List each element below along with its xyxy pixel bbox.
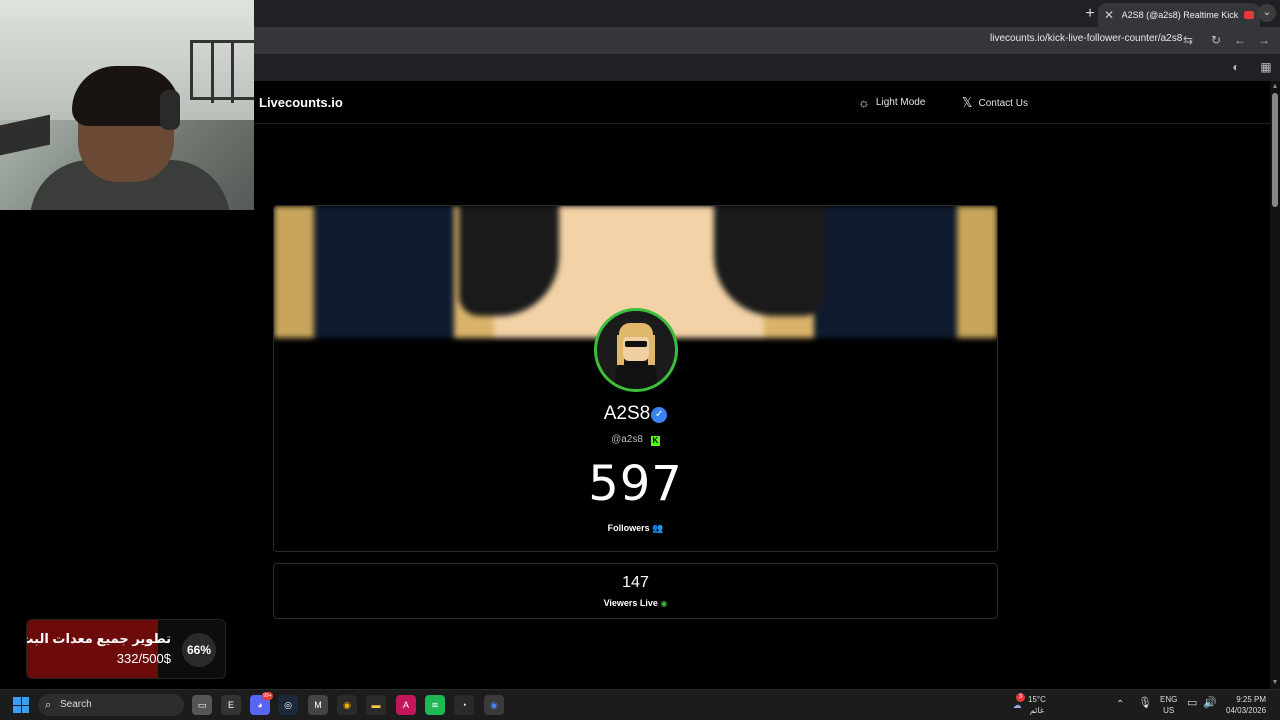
clock-time: 9:25 PM: [1236, 695, 1267, 704]
steam-icon[interactable]: ◎: [278, 695, 298, 715]
donation-goal-percent: 66%: [182, 633, 216, 667]
volume-icon[interactable]: 🔊: [1203, 698, 1217, 709]
avatar: [594, 308, 678, 392]
avatar-face: [623, 335, 649, 361]
webcam-chair: [0, 114, 50, 156]
screen: + ✕ A2S8 (@a2s8) Realtime Kick Live Foll…: [0, 0, 1280, 720]
weather-widget[interactable]: 15°C غائم: [1028, 694, 1046, 716]
eye-icon: ◉: [660, 599, 668, 608]
scroll-up-icon[interactable]: ▲: [1271, 83, 1279, 91]
light-mode-label: Light Mode: [875, 97, 926, 108]
globe-icon[interactable]: ◐: [1228, 59, 1244, 75]
x-logo-icon: 𝕏: [962, 95, 973, 110]
channel-name-row: A2S8 ✓: [274, 403, 997, 425]
channel-name: A2S8: [603, 403, 651, 424]
avatar-sunglasses: [625, 341, 647, 347]
forward-arrow-icon[interactable]: →: [1256, 32, 1272, 48]
close-tab-icon[interactable]: ✕: [1104, 8, 1118, 22]
contact-us-label: Contact Us: [978, 97, 1028, 109]
viewers-card: 147 Viewers Live ◉: [273, 563, 998, 619]
sun-icon: ☼: [858, 95, 870, 110]
language-indicator[interactable]: ENG US: [1160, 694, 1177, 716]
windows-taskbar: ⌕ Search ▭ E ◕ 99+ ◎ M ◉ ▬ A ≋ ◔ ◉ ☁ 3 1…: [0, 689, 1280, 720]
donation-goal-amount: 332/500$: [116, 651, 171, 666]
obs-icon[interactable]: ◔: [454, 695, 474, 715]
app-a-icon[interactable]: A: [396, 695, 416, 715]
page-content: Livecounts.io ☼ Light Mode 𝕏 Contact Us: [254, 81, 1270, 689]
webcam-headset: [160, 90, 180, 130]
weather-alert-badge: 3: [1016, 693, 1025, 702]
app-icon[interactable]: M: [308, 695, 328, 715]
contact-us-link[interactable]: 𝕏 Contact Us: [962, 95, 1028, 111]
light-mode-toggle[interactable]: ☼ Light Mode: [858, 95, 925, 110]
browser-secondary-bar: ◐ ▦: [254, 54, 1280, 81]
back-arrow-icon[interactable]: ←: [1232, 32, 1248, 48]
microphone-icon[interactable]: 🎙: [1138, 698, 1152, 709]
site-logo[interactable]: Livecounts.io: [259, 95, 343, 110]
banner-edge-right: [957, 206, 997, 342]
language-code: ENG: [1160, 695, 1178, 704]
clock-date: 04/03/2026: [1226, 706, 1267, 715]
reload-icon[interactable]: ↻: [1208, 32, 1224, 48]
scrollbar-thumb[interactable]: [1272, 93, 1278, 207]
webcam-overlay: [0, 0, 254, 210]
followers-label: Followers: [607, 523, 650, 533]
address-bar-url[interactable]: livecounts.io/kick-live-follower-counter…: [990, 33, 1182, 44]
channel-handle: @a2s8: [611, 434, 643, 445]
avatar-body: [615, 361, 657, 389]
file-explorer-icon[interactable]: ▬: [366, 695, 386, 715]
weather-temp: 15°C: [1028, 695, 1046, 704]
webcam-window-bars: [190, 40, 254, 103]
browser-tab-active[interactable]: ✕ A2S8 (@a2s8) Realtime Kick Live Follow…: [1098, 3, 1260, 27]
followers-label-row: Followers 👥: [274, 523, 997, 534]
donation-goal-title: تطوير جميع معدات البث: [26, 631, 171, 646]
donation-progress-fill: [27, 620, 158, 678]
apps-grid-icon[interactable]: ▦: [1258, 59, 1274, 75]
follower-count: 597: [588, 456, 683, 512]
recording-indicator-icon: [1244, 11, 1254, 19]
tab-search-button[interactable]: ⌄: [1258, 4, 1276, 22]
viewers-label: Viewers Live: [603, 598, 658, 608]
region-code: US: [1163, 706, 1175, 715]
new-tab-button[interactable]: +: [1080, 4, 1100, 24]
kick-logo-icon: K: [650, 436, 660, 446]
viewers-label-row: Viewers Live ◉: [274, 598, 997, 608]
network-icon[interactable]: ▭: [1187, 698, 1197, 709]
browser-toolbar: livecounts.io/kick-live-follower-counter…: [254, 27, 1280, 54]
follower-card: A2S8 ✓ @a2s8 K 597 Followers 👥: [273, 205, 998, 552]
donation-goal-widget: تطوير جميع معدات البث 332/500$ 66%: [26, 619, 226, 679]
show-hidden-icons-icon[interactable]: ⌃: [1116, 699, 1124, 710]
task-view-icon[interactable]: ▭: [192, 695, 212, 715]
tab-title: A2S8 (@a2s8) Realtime Kick Live Follower…: [1121, 10, 1241, 20]
search-icon: ⌕: [45, 699, 52, 711]
taskbar-search-label: Search: [60, 699, 92, 710]
chrome-icon[interactable]: ◉: [337, 695, 357, 715]
browser-tabstrip: + ✕ A2S8 (@a2s8) Realtime Kick Live Foll…: [254, 0, 1280, 27]
site-navbar: Livecounts.io ☼ Light Mode 𝕏 Contact Us: [254, 81, 1270, 124]
epic-games-icon[interactable]: E: [221, 695, 241, 715]
weather-desc: غائم: [1029, 706, 1045, 715]
avatar-hat: [619, 323, 653, 337]
users-icon: 👥: [652, 523, 664, 533]
site-settings-icon[interactable]: ⇆: [1180, 32, 1196, 48]
chrome-active-icon[interactable]: ◉: [484, 695, 504, 715]
clock[interactable]: 9:25 PM 04/03/2026: [1226, 694, 1266, 716]
page-scrollbar[interactable]: ▲ ▼: [1270, 81, 1280, 689]
banner-edge-left: [274, 206, 314, 342]
channel-handle-row: @a2s8 K: [274, 434, 997, 446]
windows-start-icon[interactable]: [13, 697, 29, 713]
discord-notification-badge: 99+: [262, 692, 273, 700]
spotify-icon[interactable]: ≋: [425, 695, 445, 715]
taskbar-search[interactable]: ⌕ Search: [38, 694, 184, 716]
scroll-down-icon[interactable]: ▼: [1271, 679, 1279, 687]
viewer-count: 147: [622, 574, 649, 591]
verified-badge-icon: ✓: [651, 407, 668, 423]
